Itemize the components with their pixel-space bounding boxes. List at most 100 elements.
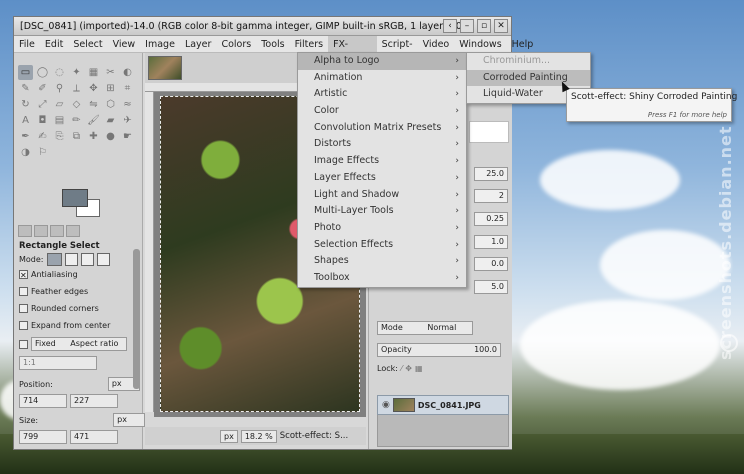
antialiasing-row[interactable]: ✕ Antialiasing (19, 270, 78, 280)
tool-options-tab[interactable] (18, 225, 32, 237)
menu-script-fu[interactable]: Script-Fu (377, 36, 418, 67)
expand-row[interactable]: Expand from center (19, 321, 110, 330)
paths-tool-icon[interactable]: ✎ (18, 81, 33, 96)
menu-layer[interactable]: Layer (180, 36, 217, 53)
maximize-button[interactable]: ▫ (477, 19, 491, 33)
images-tab[interactable] (66, 225, 80, 237)
fixed-dropdown[interactable]: Fixed Aspect ratio (31, 337, 127, 351)
ratio-input[interactable]: 1:1 (19, 356, 97, 370)
free-select-tool-icon[interactable]: ◌ (52, 65, 67, 80)
scissors-tool-icon[interactable]: ✂ (103, 65, 118, 80)
menu-item-light-shadow[interactable]: Light and Shadow › (298, 187, 466, 204)
menu-file[interactable]: File (14, 36, 40, 53)
color-select-tool-icon[interactable]: ▦ (86, 65, 101, 80)
menu-item-convolution[interactable]: Convolution Matrix Presets › (298, 120, 466, 137)
menu-fx-foundry[interactable]: FX-Foundry (328, 35, 377, 67)
menu-edit[interactable]: Edit (40, 36, 68, 53)
airbrush-tool-icon[interactable]: ✈ (120, 113, 135, 128)
feather-row[interactable]: Feather edges (19, 287, 88, 296)
shear-tool-icon[interactable]: ▱ (52, 97, 67, 112)
param-value-3[interactable]: 0.25 (474, 212, 508, 226)
menu-item-chrominium[interactable]: Chrominium... (467, 53, 590, 70)
menu-item-photo[interactable]: Photo › (298, 220, 466, 237)
ellipse-select-tool-icon[interactable]: ◯ (35, 65, 50, 80)
text-tool-icon[interactable]: A (18, 113, 33, 128)
foreground-color[interactable] (62, 189, 88, 207)
scale-tool-icon[interactable]: ⤢ (35, 97, 50, 112)
ink-tool-icon[interactable]: ✒ (18, 129, 33, 144)
toolbox-scrollbar[interactable] (133, 249, 140, 389)
dodge-burn-tool-icon[interactable]: ◑ (18, 145, 33, 160)
measure-tool-icon[interactable]: ⟂ (69, 81, 84, 96)
menu-help[interactable]: Help (507, 36, 539, 53)
perspective-clone-tool-icon[interactable]: ⧉ (69, 129, 84, 144)
param-value-2[interactable]: 2 (474, 189, 508, 203)
warp-tool-icon[interactable]: ≈ (120, 97, 135, 112)
rounded-row[interactable]: Rounded corners (19, 304, 99, 313)
layer-visibility-eye-icon[interactable]: ◉ (382, 400, 390, 410)
eraser-tool-icon[interactable]: ▰ (103, 113, 118, 128)
size-width-input[interactable]: 799 (19, 430, 67, 444)
menu-windows[interactable]: Windows (454, 36, 506, 53)
param-value-1[interactable]: 25.0 (474, 167, 508, 181)
antialiasing-checkbox[interactable]: ✕ (19, 270, 28, 280)
bucket-fill-tool-icon[interactable]: ◘ (35, 113, 50, 128)
flip-tool-icon[interactable]: ⇋ (86, 97, 101, 112)
clone-tool-icon[interactable]: ⎘ (52, 129, 67, 144)
minimize-button[interactable]: – (460, 19, 474, 33)
size-unit-select[interactable]: px (113, 413, 146, 427)
foreground-select-tool-icon[interactable]: ◐ (120, 65, 135, 80)
menu-item-selection-effects[interactable]: Selection Effects › (298, 237, 466, 254)
menu-colors[interactable]: Colors (216, 36, 256, 53)
fg-bg-colors[interactable] (62, 189, 102, 219)
menu-tools[interactable]: Tools (256, 36, 289, 53)
menu-item-image-effects[interactable]: Image Effects › (298, 153, 466, 170)
smudge-tool-icon[interactable]: ☛ (120, 129, 135, 144)
menu-item-toolbox[interactable]: Toolbox › (298, 270, 466, 287)
lock-pixels-icon[interactable]: ⁄ (401, 364, 402, 373)
move-tool-icon[interactable]: ✥ (86, 81, 101, 96)
menu-item-layer-effects[interactable]: Layer Effects › (298, 170, 466, 187)
device-status-tab[interactable] (34, 225, 48, 237)
mode-add-icon[interactable] (64, 253, 78, 266)
rect-select-tool-icon[interactable]: ▭ (18, 65, 33, 80)
mode-intersect-icon[interactable] (96, 253, 110, 266)
menu-view[interactable]: View (108, 36, 141, 53)
param-value-5[interactable]: 0.0 (474, 257, 508, 271)
menu-select[interactable]: Select (68, 36, 107, 53)
menu-item-shapes[interactable]: Shapes › (298, 253, 466, 270)
param-value-4[interactable]: 1.0 (474, 235, 508, 249)
zoom-tool-icon[interactable]: ⚲ (52, 81, 67, 96)
menu-item-multi-layer[interactable]: Multi-Layer Tools › (298, 203, 466, 220)
layer-mode-select[interactable]: Mode Normal (377, 321, 473, 335)
close-button[interactable]: ✕ (494, 19, 508, 33)
unit-select[interactable]: px (220, 429, 238, 443)
perspective-tool-icon[interactable]: ◇ (69, 97, 84, 112)
menu-item-corroded-painting[interactable]: Corroded Painting (467, 69, 590, 87)
heal-tool-icon[interactable]: ✚ (86, 129, 101, 144)
expand-checkbox[interactable] (19, 321, 28, 330)
menu-image[interactable]: Image (140, 36, 180, 53)
feather-checkbox[interactable] (19, 287, 28, 296)
align-tool-icon[interactable]: ⊞ (103, 81, 118, 96)
menu-filters[interactable]: Filters (290, 36, 328, 53)
mode-subtract-icon[interactable] (80, 253, 94, 266)
rounded-checkbox[interactable] (19, 304, 28, 313)
size-height-input[interactable]: 471 (70, 430, 118, 444)
crop-tool-icon[interactable]: ⌗ (120, 81, 135, 96)
image-tab-thumbnail[interactable] (148, 56, 182, 80)
pencil-tool-icon[interactable]: ✏ (69, 113, 84, 128)
layer-row[interactable]: ◉ DSC_0841.JPG (377, 395, 509, 415)
titlebar[interactable]: [DSC_0841] (imported)-14.0 (RGB color 8-… (14, 17, 511, 36)
color-picker-tool-icon[interactable]: ✐ (35, 81, 50, 96)
mode-replace-icon[interactable] (46, 253, 62, 266)
menu-item-animation[interactable]: Animation › (298, 70, 466, 87)
zoom-select[interactable]: 18.2 % (240, 429, 277, 443)
position-y-input[interactable]: 227 (70, 394, 118, 408)
extra-tool-icon[interactable]: ⚐ (35, 145, 50, 160)
blend-tool-icon[interactable]: ▤ (52, 113, 67, 128)
menu-item-color[interactable]: Color › (298, 103, 466, 120)
shade-button[interactable]: ‹ (443, 19, 457, 33)
menu-item-distorts[interactable]: Distorts › (298, 136, 466, 153)
blur-tool-icon[interactable]: ● (103, 129, 118, 144)
